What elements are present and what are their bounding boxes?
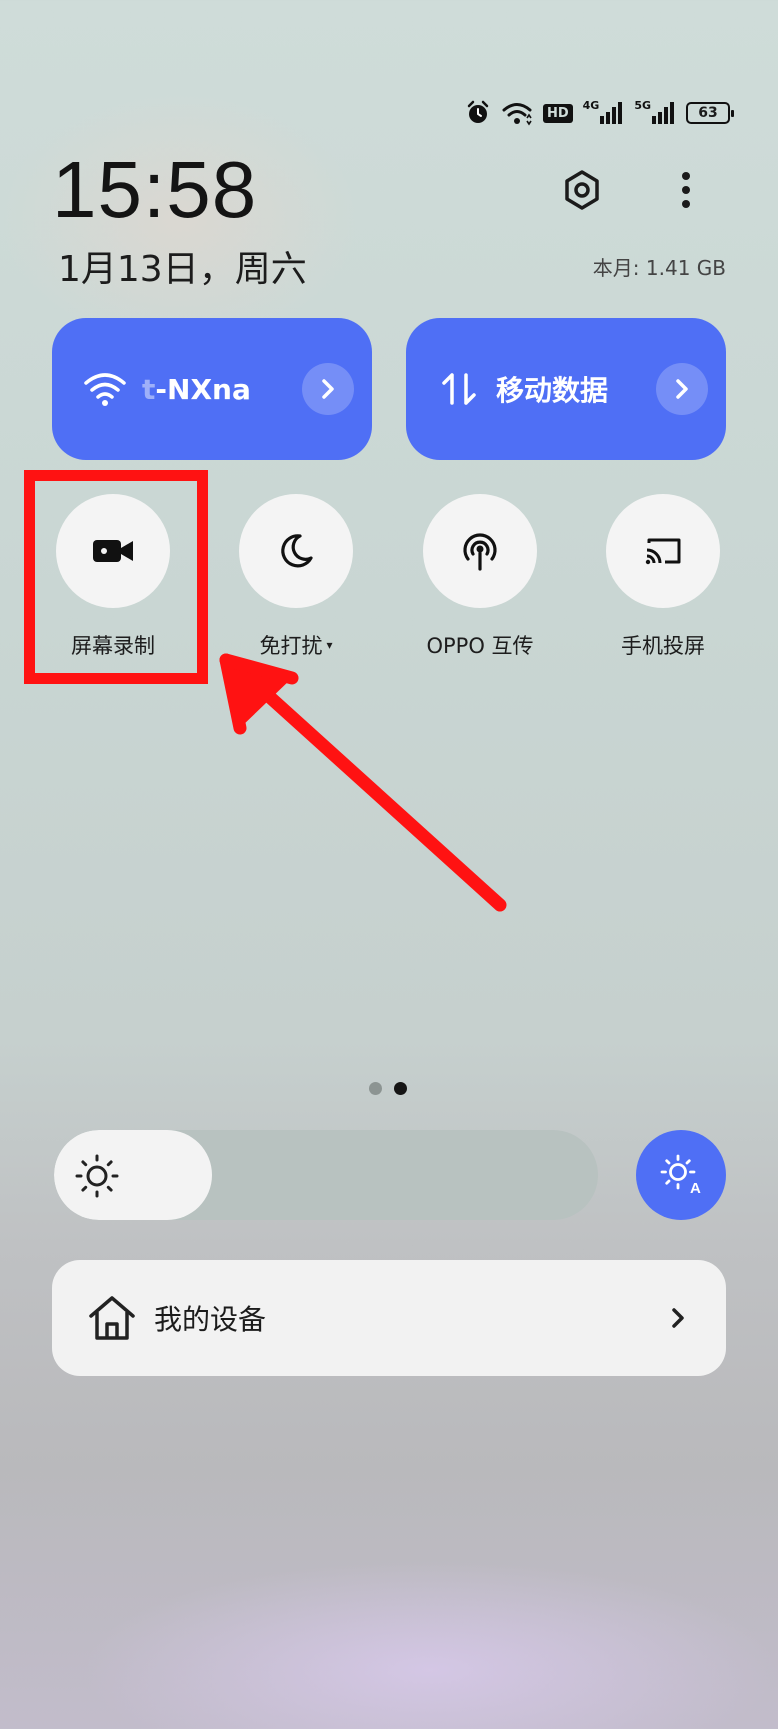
svg-text:A: A: [690, 1180, 701, 1197]
my-devices-label: 我的设备: [154, 1303, 267, 1336]
home-icon: [86, 1292, 138, 1344]
brightness-slider[interactable]: [54, 1130, 598, 1220]
auto-brightness-button[interactable]: A: [636, 1130, 726, 1220]
auto-brightness-icon: A: [660, 1154, 701, 1197]
my-devices-card[interactable]: 我的设备: [52, 1260, 726, 1376]
page-indicator: [369, 1082, 407, 1095]
page-dot-2: [394, 1082, 407, 1095]
annotation-arrow: [219, 653, 507, 912]
chevron-right-icon: [670, 1307, 686, 1329]
sun-icon: [75, 1154, 119, 1198]
page-dot-1: [369, 1082, 382, 1095]
